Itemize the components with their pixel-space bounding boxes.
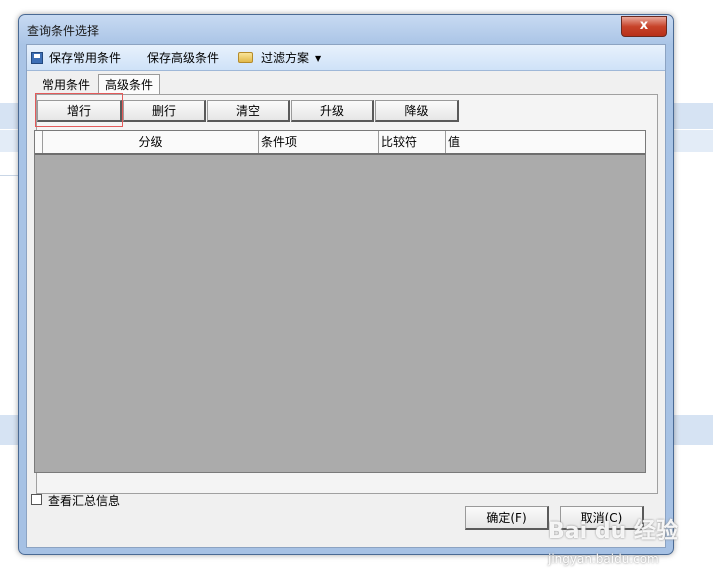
- upgrade-label: 升级: [319, 104, 344, 118]
- clear-button[interactable]: 清空: [207, 100, 290, 122]
- add-row-highlight-box: [35, 93, 123, 127]
- column-label: 值: [448, 135, 461, 149]
- background-divider: [0, 175, 18, 176]
- conditions-grid[interactable]: 分级 条件项 比较符 值: [34, 130, 646, 473]
- downgrade-button[interactable]: 降级: [375, 100, 459, 122]
- watermark-url: jingyan.baidu.com: [548, 552, 659, 566]
- chevron-down-icon: ▼: [315, 54, 322, 63]
- summary-info-checkbox[interactable]: [31, 494, 42, 505]
- save-common-conditions-button[interactable]: 保存常用条件: [31, 50, 121, 66]
- save-common-label: 保存常用条件: [49, 51, 122, 65]
- column-header-value[interactable]: 值: [446, 131, 645, 153]
- ok-label: 确定(F): [486, 511, 527, 525]
- summary-info-label: 查看汇总信息: [48, 494, 121, 508]
- tab-label: 常用条件: [42, 78, 91, 92]
- save-advanced-conditions-button[interactable]: 保存高级条件: [147, 50, 219, 66]
- column-label: 条件项: [261, 135, 298, 149]
- tab-common-conditions[interactable]: 常用条件: [36, 75, 96, 95]
- filter-scheme-label: 过滤方案: [261, 51, 310, 65]
- column-header-condition-item[interactable]: 条件项: [259, 131, 379, 153]
- upgrade-button[interactable]: 升级: [291, 100, 374, 122]
- column-label: 分级: [138, 135, 163, 149]
- folder-icon: [238, 52, 253, 63]
- close-button[interactable]: x: [621, 16, 667, 37]
- filter-scheme-dropdown[interactable]: 过滤方案 ▼: [238, 50, 321, 66]
- delete-row-label: 删行: [151, 104, 176, 118]
- delete-row-button[interactable]: 删行: [123, 100, 206, 122]
- baidu-logo-watermark: Bai du 经验: [548, 519, 678, 544]
- title-bar[interactable]: 查询条件选择 x: [19, 15, 673, 45]
- column-header-operator[interactable]: 比较符: [379, 131, 446, 153]
- grid-header: 分级 条件项 比较符 值: [35, 131, 645, 155]
- column-header-level[interactable]: 分级: [43, 131, 259, 153]
- column-label: 比较符: [381, 135, 418, 149]
- toolbar: 保存常用条件 保存高级条件 过滤方案 ▼: [27, 45, 665, 71]
- save-advanced-label: 保存高级条件: [147, 51, 220, 65]
- ok-button[interactable]: 确定(F): [465, 506, 549, 530]
- save-icon: [31, 52, 43, 64]
- clear-label: 清空: [235, 104, 260, 118]
- row-selector-header: [35, 131, 43, 153]
- tab-label: 高级条件: [105, 78, 154, 92]
- close-icon: x: [639, 18, 649, 33]
- dialog-title: 查询条件选择: [27, 24, 100, 38]
- downgrade-label: 降级: [404, 104, 429, 118]
